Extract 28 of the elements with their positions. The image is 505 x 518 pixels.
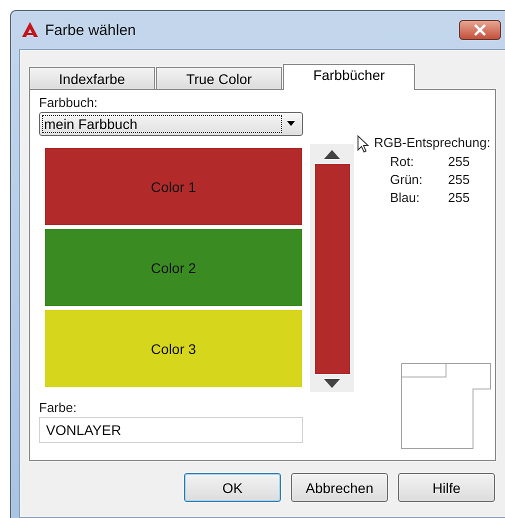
down-arrow-icon[interactable] [324,379,340,388]
dialog-button[interactable]: Hilfe [398,473,495,502]
scrollbar-thumb[interactable] [314,164,350,374]
close-button[interactable] [459,20,501,40]
rgb-channel-label: Grün: [390,172,424,187]
color-scrollbar[interactable] [310,144,354,392]
mouse-cursor-icon [357,135,369,153]
rgb-channel-value: 255 [448,190,471,205]
tab[interactable]: Farbbücher [283,64,415,90]
color-book-label: Farbbuch: [39,95,99,110]
rgb-channel-value: 255 [448,172,471,187]
color-book-dropdown[interactable]: mein Farbbuch [39,112,303,136]
color-swatch[interactable]: Color 2 [45,229,302,306]
rgb-heading: RGB-Entsprechung: [373,135,492,150]
color-label: Farbe: [39,400,78,415]
color-input-field[interactable]: VONLAYER [39,417,303,443]
tab[interactable]: Indexfarbe [29,67,155,89]
app-logo-icon [21,21,39,39]
rgb-channel-label: Rot: [390,154,415,169]
dialog-button[interactable]: Abbrechen [291,473,388,502]
dialog-button[interactable]: OK [184,473,281,502]
rgb-channel-value: 255 [448,154,471,169]
window-title: Farbe wählen [45,22,136,38]
tab[interactable]: True Color [156,67,282,89]
color-swatch[interactable]: Color 3 [45,310,302,387]
rgb-channel-label: Blau: [390,190,421,205]
close-icon [473,24,487,36]
up-arrow-icon[interactable] [324,150,340,159]
